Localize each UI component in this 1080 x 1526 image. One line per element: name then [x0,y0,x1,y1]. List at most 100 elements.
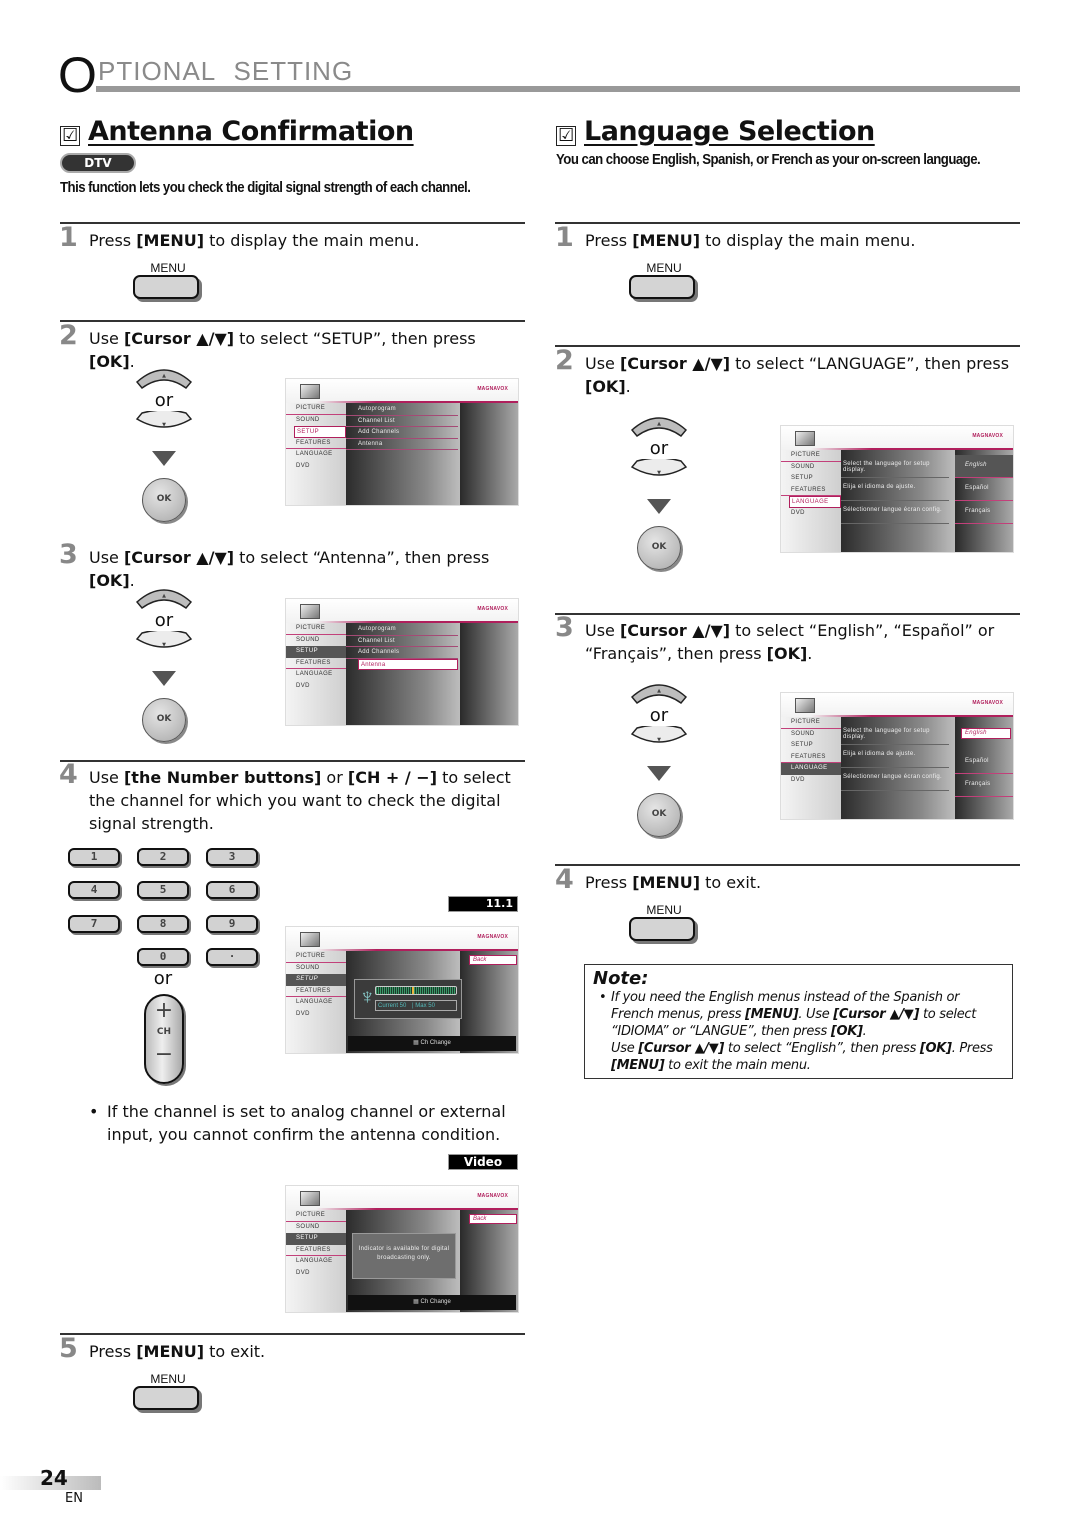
menu-item-language[interactable]: LANGUAGE [286,669,346,681]
cursor-up-button[interactable]: ▲ [134,582,194,610]
note-text-run: . [862,1024,867,1039]
step-text: . [625,377,631,396]
language-option-1[interactable]: Español [955,751,1013,774]
menu-button[interactable] [133,1386,199,1410]
tv-header-bar: MAGNAVOX [286,927,518,951]
menu-item-dvd[interactable]: DVD [781,775,841,787]
back-button[interactable]: Back [469,955,517,965]
submenu-item[interactable]: Autoprogram [346,404,458,416]
menu-button[interactable] [629,275,695,299]
menu-item-dvd[interactable]: DVD [286,461,346,473]
number-button-7[interactable]: 7 [68,915,120,933]
number-button-1[interactable]: 1 [68,848,120,866]
menu-item-sound[interactable]: SOUND [286,963,346,975]
tv-main-menu: PICTURE SOUND SETUP FEATURES LANGUAGE DVD [286,623,346,725]
language-option-2[interactable]: Français [955,501,1013,524]
svg-text:▼: ▼ [657,737,661,743]
menu-item-features[interactable]: FEATURES [781,485,841,497]
menu-item-dvd[interactable]: DVD [286,681,346,693]
menu-item-features[interactable]: FEATURES [286,1245,346,1257]
analog-note: • If the channel is set to analog channe… [89,1100,519,1146]
menu-button[interactable] [629,917,695,941]
note-text-run: Use [611,1041,639,1056]
ok-button[interactable]: OK [142,698,186,742]
svg-text:▲: ▲ [162,593,166,599]
menu-item-sound[interactable]: SOUND [286,1222,346,1234]
step-number: 3 [555,612,574,643]
menu-item-language[interactable]: LANGUAGE [286,1256,346,1268]
menu-item-language[interactable]: LANGUAGE [781,763,841,775]
menu-item-features[interactable]: FEATURES [286,438,346,450]
menu-item-picture[interactable]: PICTURE [286,403,346,415]
menu-item-language[interactable]: LANGUAGE [286,449,346,461]
menu-item-picture[interactable]: PICTURE [286,951,346,963]
menu-item-features[interactable]: FEATURES [286,658,346,670]
menu-item-sound[interactable]: SOUND [781,729,841,741]
language-option-0[interactable]: English [955,455,1013,478]
submenu-item[interactable]: Antenna [346,439,458,451]
language-option-2[interactable]: Français [955,774,1013,797]
channel-rocker-button[interactable]: + CH − [144,994,184,1084]
number-button-4[interactable]: 4 [68,881,120,899]
ch-plus-icon[interactable]: + [146,996,182,1026]
menu-item-features[interactable]: FEATURES [286,986,346,998]
menu-item-setup[interactable]: SETUP [286,1233,346,1245]
menu-item-picture[interactable]: PICTURE [781,450,841,462]
menu-item-picture[interactable]: PICTURE [286,623,346,635]
menu-item-sound[interactable]: SOUND [781,462,841,474]
tv-submenu: Autoprogram Channel List Add Channels Anten… [346,623,460,725]
menu-item-features[interactable]: FEATURES [781,752,841,764]
number-button-5[interactable]: 5 [137,881,189,899]
menu-item-setup[interactable]: SETUP [286,646,346,658]
number-button-2[interactable]: 2 [137,848,189,866]
submenu-item[interactable]: Add Channels [346,647,458,659]
menu-item-sound[interactable]: SOUND [286,415,346,427]
cursor-up-button[interactable]: ▲ [629,410,689,438]
menu-item-picture[interactable]: PICTURE [286,1210,346,1222]
ok-button[interactable]: OK [637,793,681,837]
menu-item-dvd[interactable]: DVD [286,1009,346,1021]
menu-item-setup[interactable]: SETUP [781,740,841,752]
menu-item-dvd[interactable]: DVD [781,508,841,520]
number-button-9[interactable]: 9 [206,915,258,933]
menu-item-setup[interactable]: SETUP [286,974,346,986]
submenu-item[interactable]: Autoprogram [346,624,458,636]
menu-item-setup[interactable]: SETUP [781,473,841,485]
number-button-8[interactable]: 8 [137,915,189,933]
number-button-0[interactable]: 0 [137,948,189,966]
cursor-down-button[interactable]: ▼ [629,459,689,487]
submenu-item[interactable]: Channel List [346,636,458,648]
ok-button[interactable]: OK [142,478,186,522]
submenu-item[interactable]: Channel List [346,416,458,428]
language-option-0[interactable]: English [961,728,1011,739]
number-button-3[interactable]: 3 [206,848,258,866]
divider [60,222,525,224]
or-label: or [649,705,669,726]
brand-logo: MAGNAVOX [477,1193,508,1199]
menu-item-dvd[interactable]: DVD [286,1268,346,1280]
step-text: or [321,768,348,787]
language-option-1[interactable]: Español [955,478,1013,501]
button-reference: [OK] [830,1024,863,1039]
cursor-buttons-group: ▲ or ▼ OK [629,677,689,837]
cursor-down-button[interactable]: ▼ [134,631,194,659]
submenu-item[interactable]: Antenna [358,658,458,671]
back-button[interactable]: Back [469,1214,517,1224]
cursor-up-button[interactable]: ▲ [134,362,194,390]
cursor-up-button[interactable]: ▲ [629,677,689,705]
menu-item-setup[interactable]: SETUP [294,426,346,438]
button-reference: [MENU] [745,1007,799,1022]
menu-item-language[interactable]: LANGUAGE [286,997,346,1009]
submenu-item[interactable]: Add Channels [346,427,458,439]
number-button-6[interactable]: 6 [206,881,258,899]
ch-minus-icon[interactable]: − [146,1038,182,1072]
divider [555,864,1020,866]
cursor-down-button[interactable]: ▼ [134,411,194,439]
menu-button[interactable] [133,275,199,299]
number-button-dot[interactable]: · [206,948,258,966]
ok-button[interactable]: OK [637,526,681,570]
menu-item-language[interactable]: LANGUAGE [789,496,841,508]
menu-item-sound[interactable]: SOUND [286,635,346,647]
menu-item-picture[interactable]: PICTURE [781,717,841,729]
cursor-down-button[interactable]: ▼ [629,726,689,754]
